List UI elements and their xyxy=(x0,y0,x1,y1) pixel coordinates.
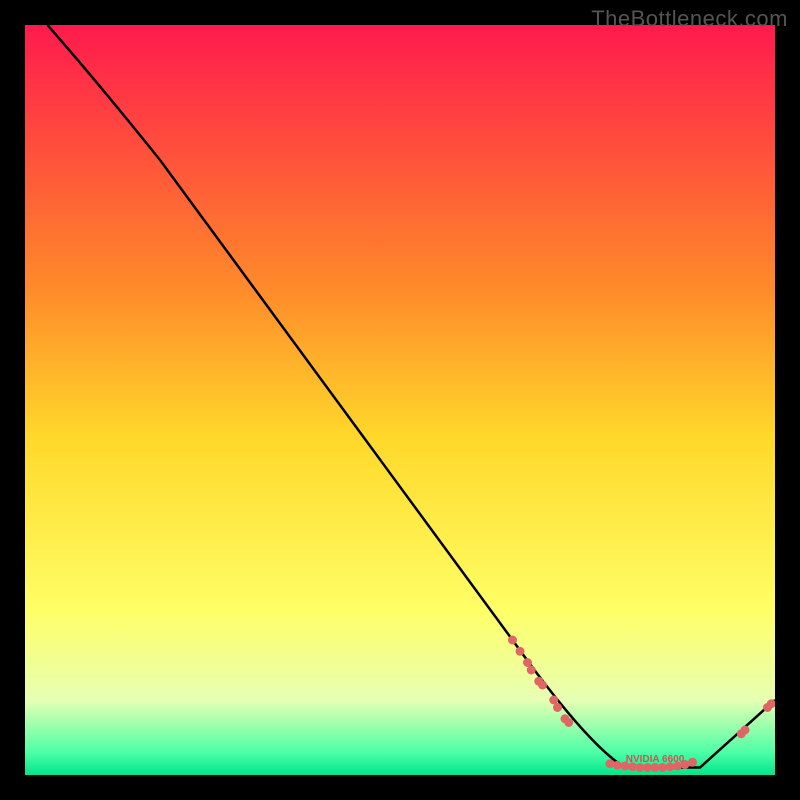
data-point xyxy=(564,718,573,727)
data-point xyxy=(553,703,562,712)
data-point xyxy=(606,759,615,768)
chart-background xyxy=(25,25,775,775)
data-point xyxy=(527,666,536,675)
data-point xyxy=(538,681,547,690)
data-point xyxy=(508,636,517,645)
watermark-text: TheBottleneck.com xyxy=(591,6,788,32)
data-point xyxy=(741,726,750,735)
series-label-badge: NVIDIA 6600 xyxy=(626,754,685,765)
bottleneck-chart: NVIDIA 6600 xyxy=(25,25,775,775)
data-point xyxy=(688,758,697,767)
data-point xyxy=(516,647,525,656)
